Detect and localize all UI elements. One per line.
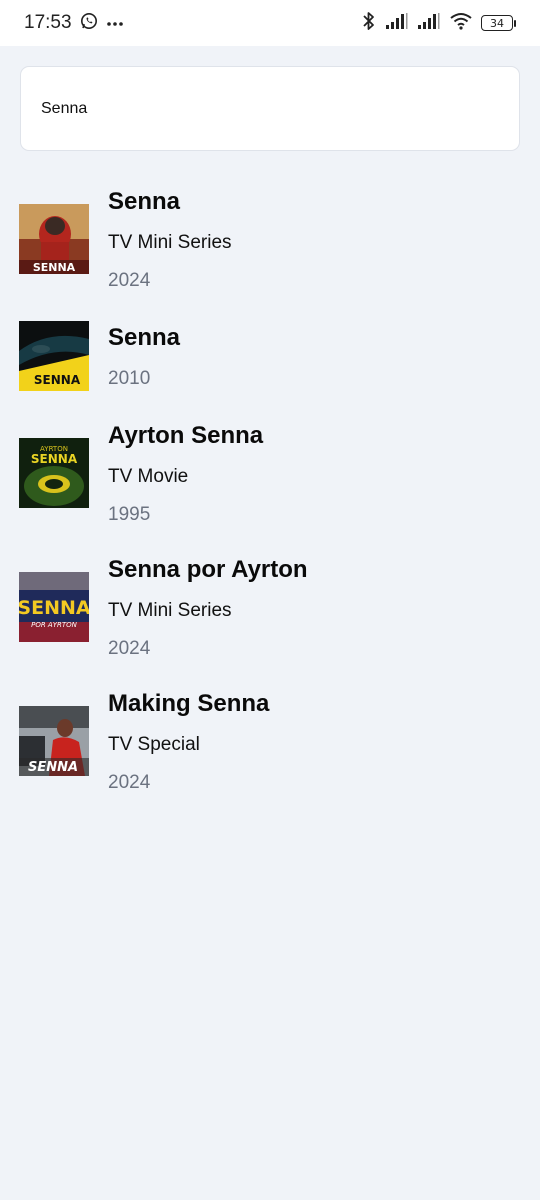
result-title: Ayrton Senna	[108, 422, 264, 449]
bluetooth-icon	[361, 11, 377, 36]
poster-thumbnail[interactable]: SENNA	[19, 204, 89, 274]
result-year: 2024	[108, 772, 151, 793]
result-year: 2024	[108, 270, 151, 291]
result-type: TV Movie	[108, 466, 189, 487]
result-title: Senna	[108, 324, 181, 351]
battery-icon: 34	[481, 15, 516, 31]
poster-thumbnail[interactable]: SENNA POR AYRTON	[19, 572, 89, 642]
poster-text: SENNA	[31, 452, 78, 466]
signal-icon	[417, 12, 441, 35]
wifi-icon	[449, 12, 473, 35]
poster-text: SENNA	[19, 597, 89, 619]
poster-thumbnail[interactable]: AYRTON SENNA	[19, 438, 89, 508]
poster-text: SENNA	[28, 760, 78, 775]
result-year: 2010	[108, 368, 151, 389]
status-right: 34	[361, 11, 516, 36]
result-type: TV Mini Series	[108, 600, 232, 621]
poster-thumbnail[interactable]: SENNA	[19, 706, 89, 776]
whatsapp-icon	[80, 12, 98, 35]
status-bar: 17:53 34	[0, 0, 540, 46]
poster-subtext: POR AYRTON	[31, 621, 78, 629]
result-title: Senna por Ayrton	[108, 556, 308, 583]
result-item[interactable]: SENNA Senna 2010	[0, 320, 540, 410]
result-type: TV Mini Series	[108, 232, 232, 253]
status-time: 17:53	[24, 12, 72, 33]
more-dots-icon	[106, 14, 124, 32]
battery-level: 34	[481, 15, 513, 31]
result-item[interactable]: AYRTON SENNA Ayrton Senna TV Movie 1995	[0, 418, 540, 538]
result-year: 2024	[108, 638, 151, 659]
search-input[interactable]	[41, 99, 499, 118]
signal-icon	[385, 12, 409, 35]
result-title: Senna	[108, 188, 181, 215]
poster-text: SENNA	[34, 373, 81, 387]
result-year: 1995	[108, 504, 151, 525]
result-item[interactable]: SENNA Making Senna TV Special 2024	[0, 686, 540, 806]
search-box[interactable]	[20, 66, 520, 151]
result-type: TV Special	[108, 734, 200, 755]
result-title: Making Senna	[108, 690, 270, 717]
result-item[interactable]: SENNA POR AYRTON Senna por Ayrton TV Min…	[0, 552, 540, 672]
poster-thumbnail[interactable]: SENNA	[19, 321, 89, 391]
result-item[interactable]: SENNA Senna TV Mini Series 2024	[0, 184, 540, 304]
status-left: 17:53	[24, 12, 124, 35]
poster-text: SENNA	[33, 261, 76, 274]
